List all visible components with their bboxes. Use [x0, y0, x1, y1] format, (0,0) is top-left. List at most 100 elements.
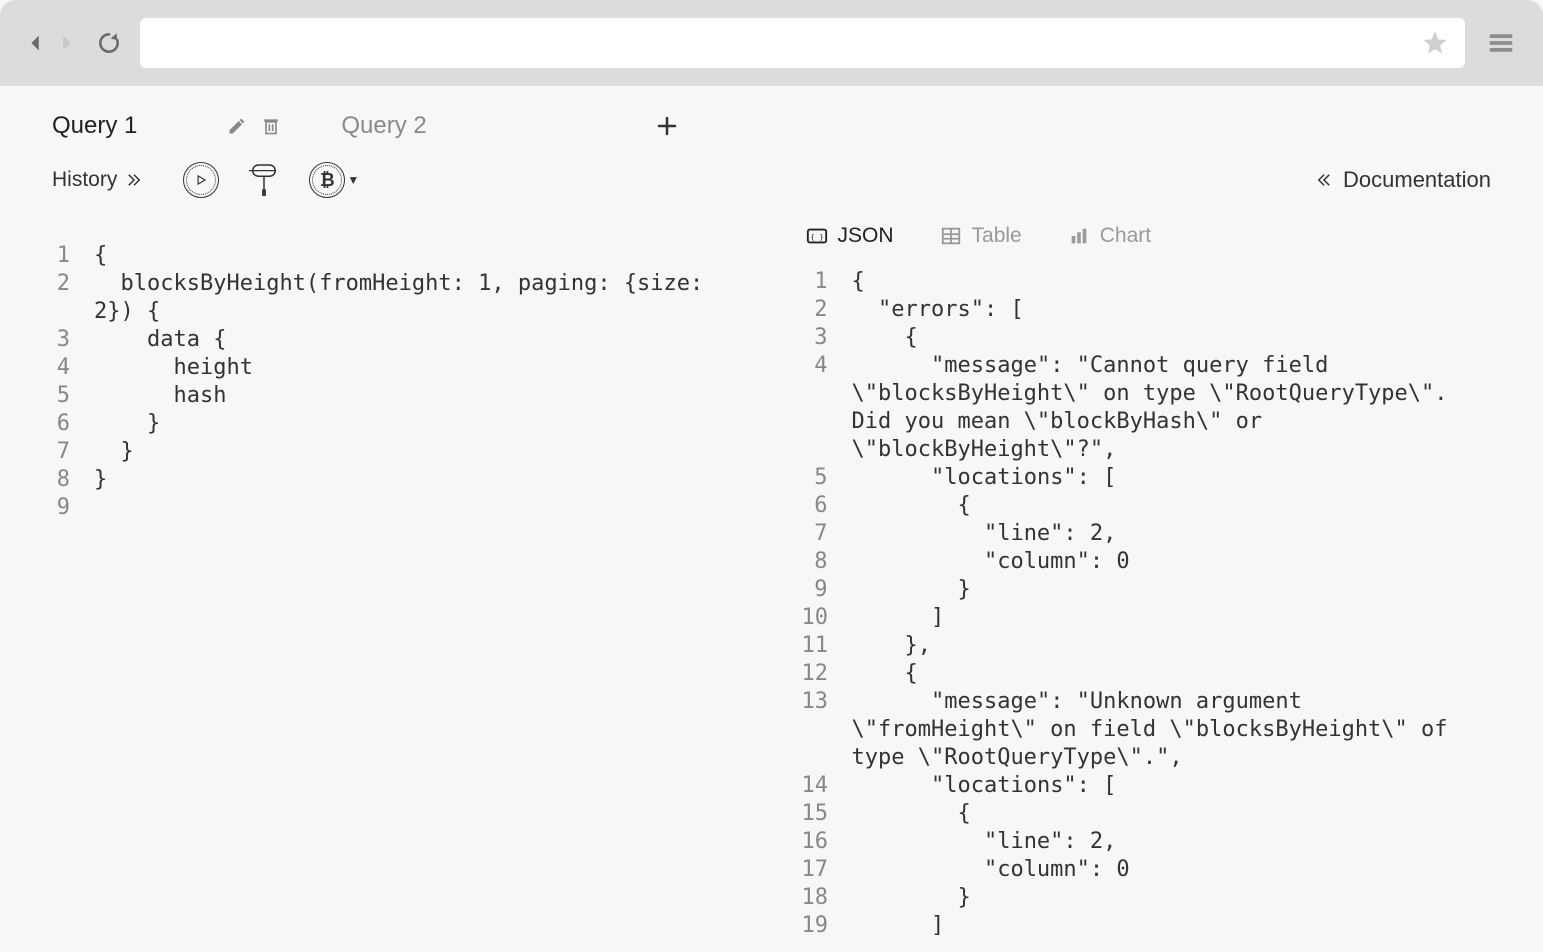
bookmark-star-icon[interactable]	[1421, 29, 1449, 57]
line-number: 1	[802, 268, 852, 296]
tab-label: Query 2	[341, 112, 426, 140]
run-button[interactable]	[183, 162, 219, 198]
code-line: 6 {	[802, 492, 1500, 520]
forward-button[interactable]	[54, 31, 78, 55]
code-line: 16 "line": 2,	[802, 828, 1500, 856]
code-line: 15 {	[802, 800, 1500, 828]
view-tab-label: JSON	[838, 224, 894, 248]
code-text: ]	[852, 912, 1500, 940]
view-tab-chart[interactable]: Chart	[1068, 224, 1151, 248]
code-text: {	[852, 324, 1500, 352]
code-line: 6 }	[44, 410, 752, 438]
edit-icon[interactable]	[227, 116, 247, 136]
line-number: 18	[802, 884, 852, 912]
code-line: 8 "column": 0	[802, 548, 1500, 576]
code-text: blocksByHeight(fromHeight: 1, paging: {s…	[94, 270, 752, 326]
chart-icon	[1068, 225, 1090, 247]
code-line: 1{	[44, 242, 752, 270]
response-pane: { } JSON Table Chart 1{2 "errors": [3 {4…	[772, 214, 1520, 944]
tool-icons: ₿ ▼	[183, 162, 359, 198]
code-line: 14 "locations": [	[802, 772, 1500, 800]
view-tab-table[interactable]: Table	[940, 224, 1022, 248]
code-line: 7 }	[44, 438, 752, 466]
code-text: "message": "Unknown argument \"fromHeigh…	[852, 688, 1500, 772]
code-text: {	[852, 660, 1500, 688]
add-tab-button[interactable]	[647, 114, 687, 138]
json-icon: { }	[806, 225, 828, 247]
code-line: 2 blocksByHeight(fromHeight: 1, paging: …	[44, 270, 752, 326]
line-number: 15	[802, 800, 852, 828]
documentation-button[interactable]: Documentation	[1315, 167, 1491, 193]
line-number: 12	[802, 660, 852, 688]
chevron-down-icon: ▼	[347, 173, 359, 187]
tab-label: Query 1	[52, 112, 137, 140]
code-line: 5 "locations": [	[802, 464, 1500, 492]
plus-icon	[655, 114, 679, 138]
code-line: 19 ]	[802, 912, 1500, 940]
code-line: 1{	[802, 268, 1500, 296]
tab-actions	[227, 116, 281, 136]
play-icon	[194, 173, 208, 187]
code-line: 9 }	[802, 576, 1500, 604]
code-line: 10 ]	[802, 604, 1500, 632]
code-text: "line": 2,	[852, 520, 1500, 548]
code-text: }	[94, 438, 752, 466]
toolbar: History ₿	[0, 152, 1543, 214]
line-number: 7	[44, 438, 94, 466]
line-number: 17	[802, 856, 852, 884]
query-tabs: Query 1 Query 2	[0, 86, 1543, 152]
line-number: 19	[802, 912, 852, 940]
line-number: 4	[44, 354, 94, 382]
reload-button[interactable]	[96, 30, 122, 56]
code-line: 8}	[44, 466, 752, 494]
menu-button[interactable]	[1483, 25, 1519, 61]
editor-code[interactable]: 1{2 blocksByHeight(fromHeight: 1, paging…	[44, 242, 752, 522]
line-number: 6	[44, 410, 94, 438]
line-number: 3	[802, 324, 852, 352]
line-number: 8	[44, 466, 94, 494]
code-text: {	[852, 268, 1500, 296]
line-number: 1	[44, 242, 94, 270]
code-line: 12 {	[802, 660, 1500, 688]
schema-selector[interactable]: ₿ ▼	[309, 162, 359, 198]
chevrons-left-icon	[1315, 171, 1333, 189]
tab-query-1[interactable]: Query 1	[52, 106, 281, 146]
editor-pane[interactable]: 1{2 blocksByHeight(fromHeight: 1, paging…	[24, 214, 772, 944]
code-line: 4 height	[44, 354, 752, 382]
line-number: 13	[802, 688, 852, 772]
line-number: 16	[802, 828, 852, 856]
back-button[interactable]	[24, 31, 48, 55]
line-number: 11	[802, 632, 852, 660]
code-line: 3 {	[802, 324, 1500, 352]
line-number: 9	[802, 576, 852, 604]
code-line: 11 },	[802, 632, 1500, 660]
line-number: 5	[802, 464, 852, 492]
chevrons-right-icon	[125, 171, 143, 189]
view-tab-label: Table	[972, 224, 1022, 248]
code-text: "errors": [	[852, 296, 1500, 324]
view-tab-json[interactable]: { } JSON	[806, 224, 894, 248]
response-code[interactable]: 1{2 "errors": [3 {4 "message": "Cannot q…	[792, 268, 1500, 940]
url-bar[interactable]	[140, 18, 1465, 68]
code-text: ]	[852, 604, 1500, 632]
trash-icon[interactable]	[261, 116, 281, 136]
code-line: 5 hash	[44, 382, 752, 410]
code-text: "column": 0	[852, 856, 1500, 884]
tab-query-2[interactable]: Query 2	[341, 106, 426, 146]
response-view-tabs: { } JSON Table Chart	[792, 214, 1500, 268]
code-text: },	[852, 632, 1500, 660]
line-number: 3	[44, 326, 94, 354]
line-number: 2	[44, 270, 94, 326]
bitcoin-icon: ₿	[320, 170, 335, 191]
code-text: "message": "Cannot query field \"blocksB…	[852, 352, 1500, 464]
history-button[interactable]: History	[52, 168, 143, 192]
documentation-label: Documentation	[1343, 167, 1491, 193]
view-tab-label: Chart	[1100, 224, 1151, 248]
code-text: "line": 2,	[852, 828, 1500, 856]
toolbar-left: History ₿	[52, 162, 359, 198]
code-text: data {	[94, 326, 752, 354]
format-button[interactable]	[249, 163, 279, 197]
split-panes: 1{2 blocksByHeight(fromHeight: 1, paging…	[0, 214, 1543, 944]
line-number: 9	[44, 494, 94, 522]
paint-roller-icon	[249, 163, 279, 197]
